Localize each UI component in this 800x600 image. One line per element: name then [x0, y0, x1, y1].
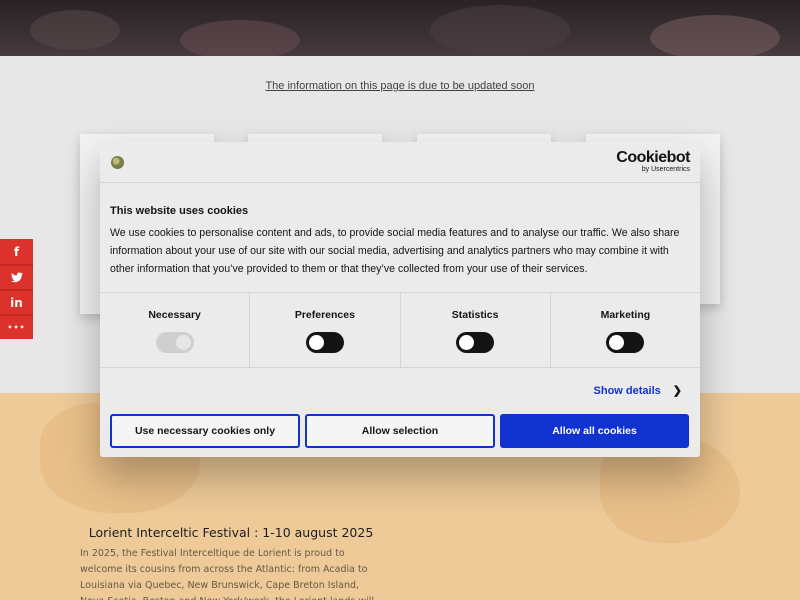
chevron-right-icon: ❯	[672, 385, 682, 397]
category-statistics: Statistics	[401, 293, 551, 367]
necessary-only-button[interactable]: Use necessary cookies only	[110, 414, 300, 448]
cookie-header: Cookiebot by Usercentrics	[100, 142, 700, 183]
cookie-consent-dialog: Cookiebot by Usercentrics This website u…	[100, 142, 700, 457]
necessary-toggle	[155, 332, 194, 353]
allow-all-button[interactable]: Allow all cookies	[500, 414, 689, 448]
category-marketing: Marketing	[551, 293, 700, 367]
show-details-link[interactable]: Show details ❯	[594, 384, 682, 397]
category-label: Preferences	[294, 309, 355, 321]
consent-categories: Necessary Preferences Statistics Marketi…	[100, 292, 700, 368]
category-label: Marketing	[600, 309, 651, 321]
brand-subtitle: by Usercentrics	[641, 166, 690, 173]
cookie-description: We use cookies to personalise content an…	[110, 227, 680, 275]
category-label: Statistics	[451, 309, 499, 321]
category-preferences: Preferences	[250, 293, 401, 367]
cookiebot-logo[interactable]: Cookiebot by Usercentrics	[616, 150, 690, 174]
category-label: Necessary	[148, 309, 201, 321]
marketing-toggle[interactable]	[606, 332, 645, 353]
show-details-label: Show details	[593, 385, 661, 397]
site-logo-icon	[111, 156, 124, 169]
category-necessary: Necessary	[100, 293, 251, 367]
brand-name: Cookiebot	[616, 149, 690, 166]
allow-selection-button[interactable]: Allow selection	[305, 414, 495, 448]
preferences-toggle[interactable]	[305, 332, 344, 353]
cookie-title: This website uses cookies	[110, 205, 249, 217]
statistics-toggle[interactable]	[456, 332, 495, 353]
